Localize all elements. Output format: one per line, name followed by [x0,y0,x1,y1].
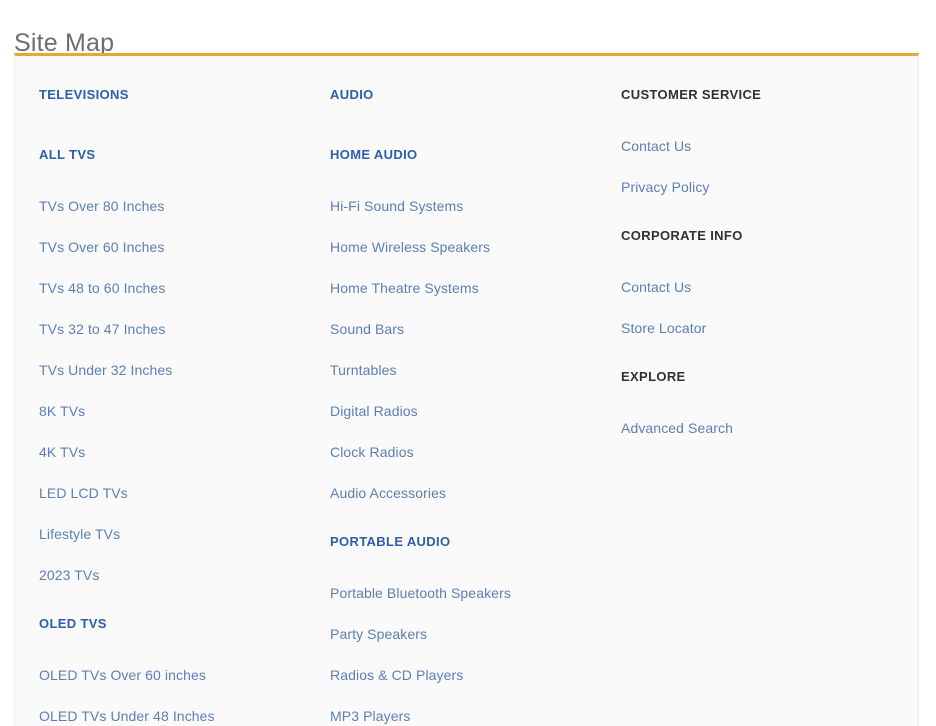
sitemap-link-oled-tvs-under-48-inches[interactable]: OLED TVs Under 48 Inches [39,696,309,726]
list-item: Home Wireless Speakers [330,227,600,268]
group-heading-oled-tvs: OLED TVS [39,616,107,631]
sitemap-link-tvs-48-to-60-inches[interactable]: TVs 48 to 60 Inches [39,268,309,309]
sitemap-column-televisions: TELEVISIONS ALL TVS TVs Over 80 Inches TVs … [39,86,309,726]
site-map-page: Site Map TELEVISIONS ALL TVS TVs Over 80 I… [0,0,936,726]
sitemap-link-8k-tvs[interactable]: 8K TVs [39,391,309,432]
sitemap-link-advanced-search[interactable]: Advanced Search [621,408,891,449]
list-item: LED LCD TVs [39,473,309,514]
sitemap-link-tvs-over-80-inches[interactable]: TVs Over 80 Inches [39,186,309,227]
list-item: Hi-Fi Sound Systems [330,186,600,227]
list-item: 4K TVs [39,432,309,473]
sitemap-link-contact-us[interactable]: Contact Us [621,126,891,167]
group-heading-customer-service: CUSTOMER SERVICE [621,87,762,102]
list-item: 8K TVs [39,391,309,432]
sitemap-link-4k-tvs[interactable]: 4K TVs [39,432,309,473]
sitemap-link-mp3-players[interactable]: MP3 Players [330,696,600,726]
sitemap-group-televisions-top: TELEVISIONS [39,86,309,104]
sitemap-group-corporate-info: CORPORATE INFO Contact Us Store Locator [621,227,891,349]
sitemap-column-audio: AUDIO HOME AUDIO Hi-Fi Sound Systems Home W… [330,86,600,726]
sitemap-link-tvs-over-60-inches[interactable]: TVs Over 60 Inches [39,227,309,268]
group-heading-explore: EXPLORE [621,369,686,384]
list-item: Store Locator [621,308,891,349]
list-item: Portable Bluetooth Speakers [330,573,600,614]
sitemap-link-led-lcd-tvs[interactable]: LED LCD TVs [39,473,309,514]
sitemap-link-tvs-under-32-inches[interactable]: TVs Under 32 Inches [39,350,309,391]
list-item: OLED TVs Under 48 Inches [39,696,309,726]
sitemap-link-radios-cd-players[interactable]: Radios & CD Players [330,655,600,696]
link-list-oled-tvs: OLED TVs Over 60 inches OLED TVs Under 48… [39,655,309,726]
list-item: Clock Radios [330,432,600,473]
group-heading-all-tvs: ALL TVS [39,147,96,162]
sitemap-link-store-locator[interactable]: Store Locator [621,308,891,349]
sitemap-group-all-tvs: ALL TVS TVs Over 80 Inches TVs Over 60 Inc… [39,146,309,596]
sitemap-column-service-info: CUSTOMER SERVICE Contact Us Privacy Policy… [621,86,891,449]
list-item: TVs 48 to 60 Inches [39,268,309,309]
sitemap-link-party-speakers[interactable]: Party Speakers [330,614,600,655]
list-item: Contact Us [621,126,891,167]
list-item: Radios & CD Players [330,655,600,696]
sitemap-link-oled-tvs-over-60-inches[interactable]: OLED TVs Over 60 inches [39,655,309,696]
list-item: Party Speakers [330,614,600,655]
link-list-explore: Advanced Search [621,408,891,449]
sitemap-link-sound-bars[interactable]: Sound Bars [330,309,600,350]
sitemap-link-audio-accessories[interactable]: Audio Accessories [330,473,600,514]
list-item: Audio Accessories [330,473,600,514]
link-list-home-audio: Hi-Fi Sound Systems Home Wireless Speaker… [330,186,600,514]
sitemap-group-oled-tvs: OLED TVS OLED TVs Over 60 inches OLED TVs … [39,615,309,726]
sitemap-link-2023-tvs[interactable]: 2023 TVs [39,555,309,596]
sitemap-link-hi-fi-sound-systems[interactable]: Hi-Fi Sound Systems [330,186,600,227]
list-item: Home Theatre Systems [330,268,600,309]
sitemap-link-clock-radios[interactable]: Clock Radios [330,432,600,473]
group-heading-home-audio: HOME AUDIO [330,147,418,162]
sitemap-link-tvs-32-to-47-inches[interactable]: TVs 32 to 47 Inches [39,309,309,350]
link-list-all-tvs: TVs Over 80 Inches TVs Over 60 Inches TVs … [39,186,309,596]
link-list-customer-service: Contact Us Privacy Policy [621,126,891,208]
sitemap-columns: TELEVISIONS ALL TVS TVs Over 80 Inches TVs … [15,56,918,726]
list-item: TVs 32 to 47 Inches [39,309,309,350]
sitemap-link-home-theatre-systems[interactable]: Home Theatre Systems [330,268,600,309]
sitemap-group-home-audio: HOME AUDIO Hi-Fi Sound Systems Home Wirele… [330,146,600,514]
sitemap-group-audio-top: AUDIO [330,86,600,104]
list-item: Lifestyle TVs [39,514,309,555]
list-item: Digital Radios [330,391,600,432]
sitemap-link-lifestyle-tvs[interactable]: Lifestyle TVs [39,514,309,555]
sitemap-panel: TELEVISIONS ALL TVS TVs Over 80 Inches TVs … [14,53,919,726]
list-item: Privacy Policy [621,167,891,208]
sitemap-group-portable-audio: PORTABLE AUDIO Portable Bluetooth Speaker… [330,533,600,726]
list-item: 2023 TVs [39,555,309,596]
list-item: Contact Us [621,267,891,308]
list-item: TVs Over 80 Inches [39,186,309,227]
group-heading-televisions-top: TELEVISIONS [39,87,129,102]
list-item: Sound Bars [330,309,600,350]
group-heading-corporate-info: CORPORATE INFO [621,228,743,243]
sitemap-link-portable-bluetooth-speakers[interactable]: Portable Bluetooth Speakers [330,573,600,614]
list-item: TVs Over 60 Inches [39,227,309,268]
sitemap-link-home-wireless-speakers[interactable]: Home Wireless Speakers [330,227,600,268]
sitemap-link-turntables[interactable]: Turntables [330,350,600,391]
link-list-portable-audio: Portable Bluetooth Speakers Party Speaker… [330,573,600,726]
link-list-corporate-info: Contact Us Store Locator [621,267,891,349]
list-item: MP3 Players [330,696,600,726]
list-item: TVs Under 32 Inches [39,350,309,391]
list-item: Advanced Search [621,408,891,449]
group-heading-portable-audio: PORTABLE AUDIO [330,534,451,549]
sitemap-link-digital-radios[interactable]: Digital Radios [330,391,600,432]
sitemap-group-customer-service: CUSTOMER SERVICE Contact Us Privacy Policy [621,86,891,208]
list-item: OLED TVs Over 60 inches [39,655,309,696]
sitemap-group-explore: EXPLORE Advanced Search [621,368,891,449]
list-item: Turntables [330,350,600,391]
group-heading-audio-top: AUDIO [330,87,374,102]
sitemap-link-contact-us[interactable]: Contact Us [621,267,891,308]
sitemap-link-privacy-policy[interactable]: Privacy Policy [621,167,891,208]
